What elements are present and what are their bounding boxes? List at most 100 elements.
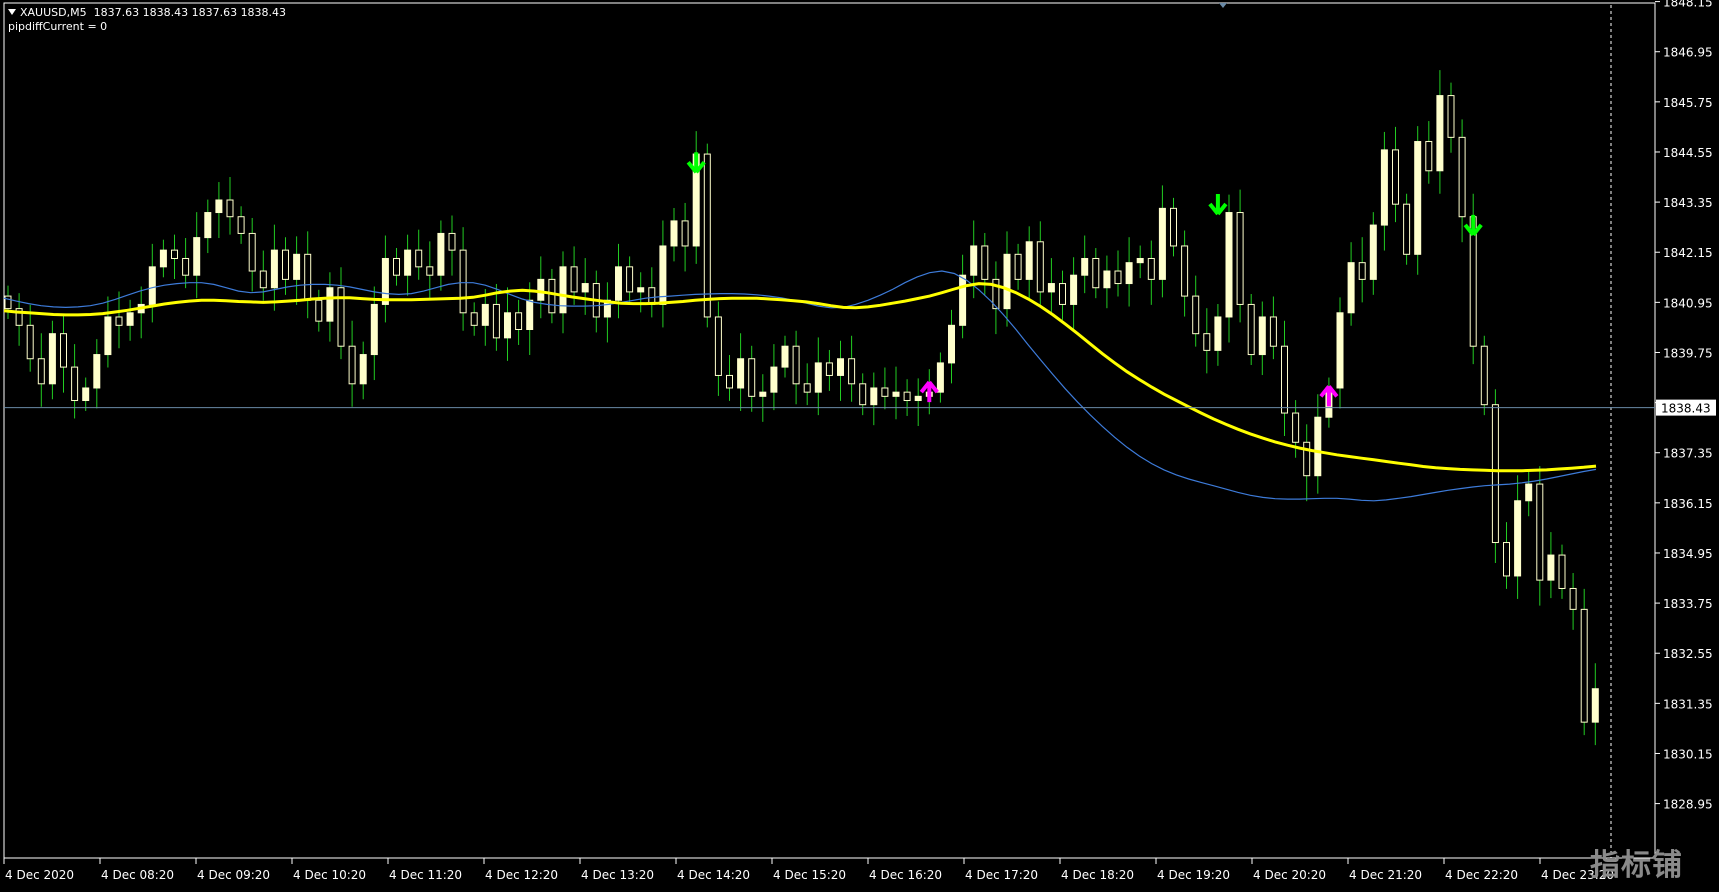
x-tick-label: 4 Dec 21:20 xyxy=(1349,868,1422,882)
candle-body xyxy=(215,199,223,214)
candle-body xyxy=(1569,587,1577,610)
candle-body xyxy=(1114,270,1122,285)
candle-body xyxy=(703,153,711,318)
candle-body xyxy=(1269,316,1277,347)
buy-arrow-icon xyxy=(1319,385,1339,407)
candle-body xyxy=(481,303,489,326)
candle-body xyxy=(381,257,389,305)
candle-body xyxy=(426,266,434,276)
x-tick-label: 4 Dec 22:20 xyxy=(1445,868,1518,882)
y-tick-label: 1832.55 xyxy=(1663,647,1713,661)
candle-body xyxy=(1225,212,1233,318)
x-tick-label: 4 Dec 14:20 xyxy=(677,868,750,882)
y-tick-label: 1831.35 xyxy=(1663,697,1713,711)
candle-body xyxy=(626,266,634,293)
candle-body xyxy=(1081,257,1089,276)
y-tick-label: 1844.55 xyxy=(1663,146,1713,160)
candle-body xyxy=(1425,141,1433,172)
candle-body xyxy=(1447,95,1455,138)
scroll-marker-icon[interactable] xyxy=(1219,3,1227,8)
candle-body xyxy=(315,299,323,322)
x-tick-label: 4 Dec 17:20 xyxy=(965,868,1038,882)
candle-body xyxy=(1147,257,1155,280)
y-tick-label: 1833.75 xyxy=(1663,597,1713,611)
candle-body xyxy=(48,333,56,385)
candle-body xyxy=(1025,241,1033,280)
candle-body xyxy=(1059,283,1066,305)
candle-body xyxy=(270,249,278,289)
candle-body xyxy=(837,358,844,376)
candle-body xyxy=(670,220,678,247)
candle-body xyxy=(1158,207,1166,280)
y-tick-label: 1848.15 xyxy=(1663,0,1713,10)
candle-body xyxy=(803,383,811,393)
candle-body xyxy=(914,395,922,402)
candle-body xyxy=(104,316,112,356)
candle-body xyxy=(870,387,878,406)
candle-body xyxy=(903,391,911,402)
candle-body xyxy=(526,299,534,331)
candle-body xyxy=(1236,212,1244,305)
candle-body xyxy=(415,249,423,268)
x-tick-label: 4 Dec 16:20 xyxy=(869,868,942,882)
y-tick-label: 1840.95 xyxy=(1663,296,1713,310)
candle-body xyxy=(304,253,312,301)
y-tick-label: 1836.15 xyxy=(1663,497,1713,511)
indicator-readout: pipdiffCurrent = 0 xyxy=(8,20,108,33)
candle-body xyxy=(248,232,256,272)
candle-body xyxy=(970,245,978,276)
candle-body xyxy=(204,212,212,239)
candle-body xyxy=(26,324,34,360)
candle-body xyxy=(359,354,367,385)
candle-body xyxy=(1558,554,1566,589)
candle-body xyxy=(1369,224,1377,280)
candle-body xyxy=(759,391,767,397)
candle-body xyxy=(193,237,201,276)
candle-body xyxy=(892,391,900,397)
candle-body xyxy=(1392,149,1399,205)
candle-body xyxy=(848,358,856,385)
candle-body xyxy=(1536,483,1544,581)
candle-body xyxy=(1136,257,1144,264)
candle-body xyxy=(748,358,756,397)
chart-area[interactable]: 1838.43 1848.15 1846.95 1845.75 1844.55 1843.… xyxy=(0,0,1719,888)
candle-body xyxy=(1003,253,1011,310)
candle-body xyxy=(1192,295,1200,335)
plot-frame xyxy=(3,2,1656,859)
candle-body xyxy=(1514,500,1522,577)
x-tick-label: 4 Dec 08:20 xyxy=(101,868,174,882)
x-tick-label: 4 Dec 09:20 xyxy=(197,868,270,882)
candle-body xyxy=(437,232,445,276)
candle-body xyxy=(1403,203,1411,255)
candle-body xyxy=(226,199,234,218)
current-price-label: 1838.43 xyxy=(1661,402,1711,416)
x-tick-label: 4 Dec 11:20 xyxy=(389,868,462,882)
candle-body xyxy=(459,249,467,314)
candle-body xyxy=(159,249,167,268)
x-tick-label: 4 Dec 15:20 xyxy=(773,868,846,882)
yellow-moving-average xyxy=(3,282,1597,473)
y-tick-label: 1830.15 xyxy=(1663,747,1713,761)
candle-body xyxy=(470,312,478,326)
candle-body xyxy=(1103,270,1111,289)
buy-arrow-icon xyxy=(919,380,939,403)
candle-body xyxy=(737,358,745,389)
candle-body xyxy=(681,220,689,247)
x-tick-label: 4 Dec 19:20 xyxy=(1157,868,1230,882)
candle-body xyxy=(1503,542,1510,577)
candle-body xyxy=(370,303,378,356)
candle-body xyxy=(1036,241,1044,293)
collapse-triangle-icon[interactable] xyxy=(8,9,16,15)
candle-body xyxy=(1336,312,1344,389)
sell-arrow-icon xyxy=(1463,214,1483,237)
price-chart[interactable]: 1838.43 1848.15 1846.95 1845.75 1844.55 1843.… xyxy=(0,0,1719,888)
candle-body xyxy=(814,362,822,393)
candle-body xyxy=(1214,316,1222,351)
candle-body xyxy=(537,278,545,301)
candle-body xyxy=(1591,688,1599,723)
candle-body xyxy=(37,358,45,385)
candle-body xyxy=(237,216,245,234)
x-tick-label: 4 Dec 18:20 xyxy=(1061,868,1134,882)
candle-body xyxy=(615,266,622,301)
candle-body xyxy=(1203,333,1211,351)
